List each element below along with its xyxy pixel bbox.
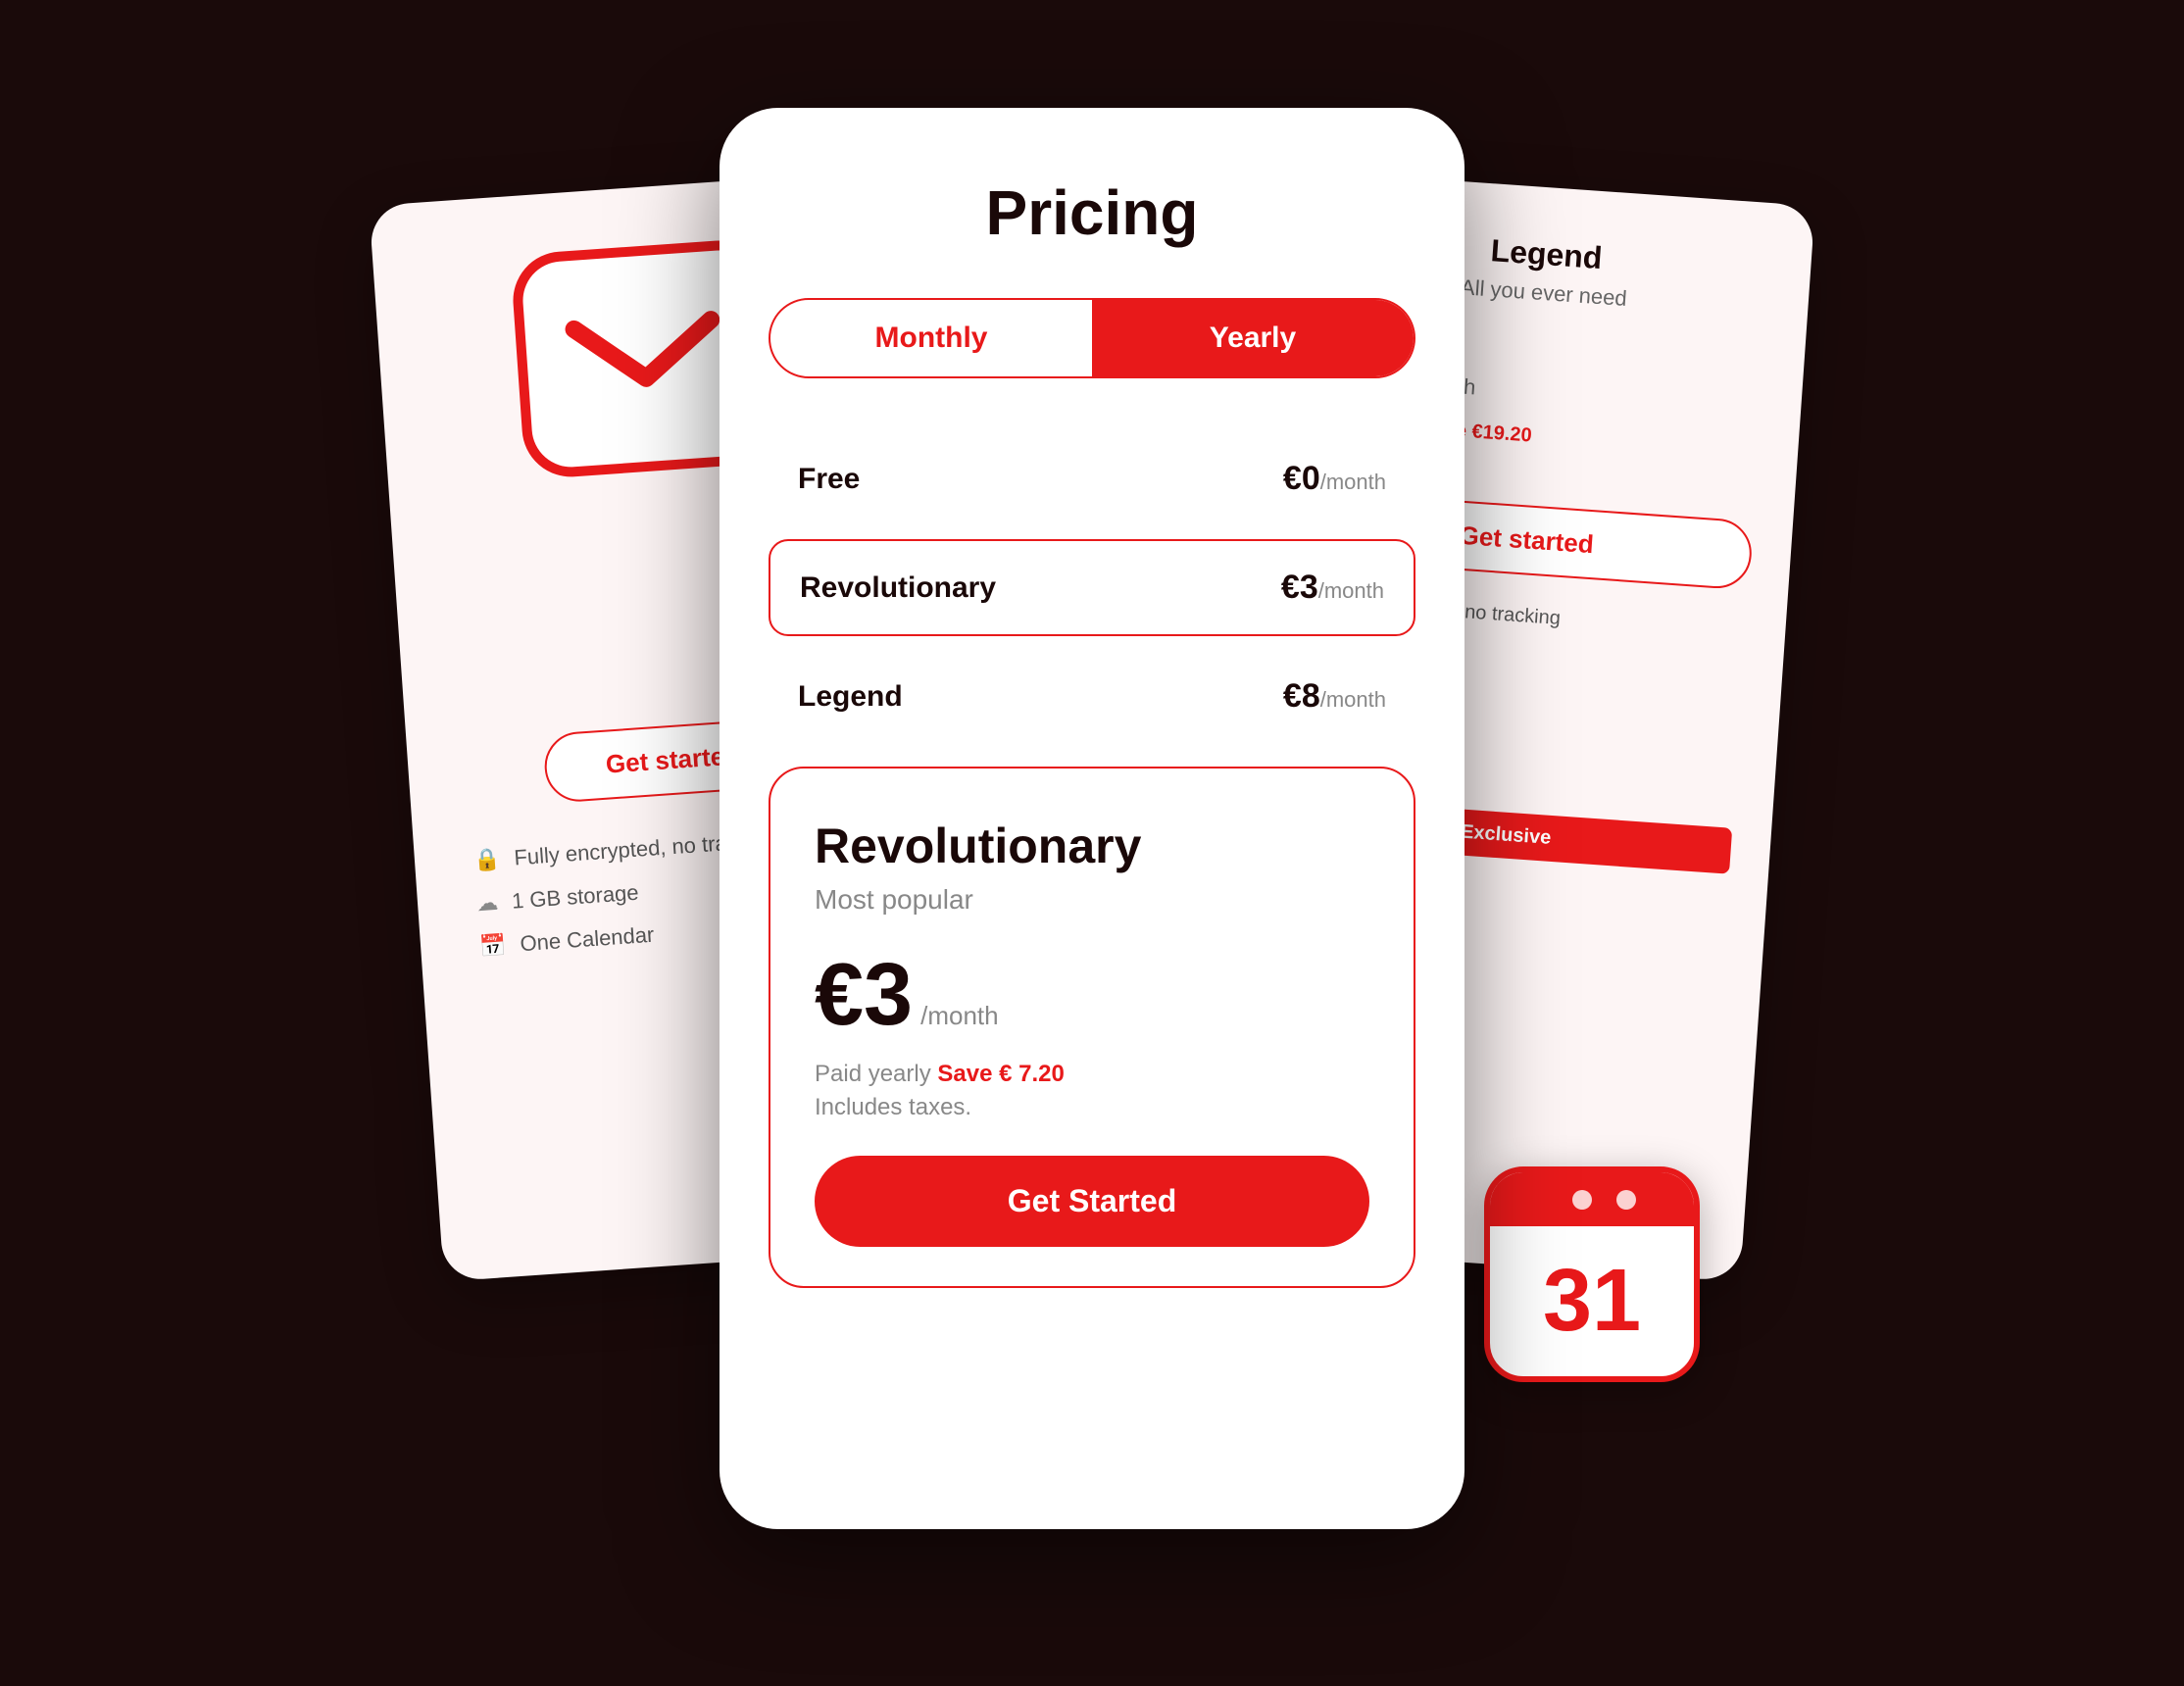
free-plan-name: Free — [798, 463, 860, 496]
detail-save: Save € 7.20 — [937, 1061, 1064, 1087]
detail-taxes: Includes taxes. — [815, 1094, 1369, 1121]
detail-plan-name: Revolutionary — [815, 818, 1369, 874]
legend-plan-price: €8/month — [1283, 677, 1386, 716]
cloud-icon: ☁ — [475, 890, 499, 917]
revolutionary-plan-price: €3/month — [1281, 569, 1384, 607]
center-get-started-button[interactable]: Get Started — [815, 1156, 1369, 1247]
revolutionary-plan-row[interactable]: Revolutionary €3/month — [769, 539, 1415, 636]
email-icon — [563, 299, 726, 418]
detail-price-big: €3 — [815, 945, 913, 1046]
lock-icon: 🔒 — [472, 846, 501, 873]
free-plan-row[interactable]: Free €0/month — [769, 432, 1415, 525]
calendar-header — [1490, 1172, 1694, 1226]
legend-plan-name: Legend — [798, 680, 903, 714]
calendar-icon-small: 📅 — [478, 932, 507, 960]
revolutionary-detail-card: Revolutionary Most popular €3 /month Pai… — [769, 767, 1415, 1288]
free-plan-price: €0/month — [1283, 460, 1386, 498]
pricing-scene: Get started 🔒 Fully encrypted, no tracki… — [406, 108, 1778, 1578]
center-pricing-card: Pricing Monthly Yearly Free €0/month Rev… — [720, 108, 1464, 1529]
revolutionary-plan-name: Revolutionary — [800, 571, 996, 605]
calendar-overlay-icon: 31 — [1484, 1166, 1700, 1382]
detail-price-row: €3 /month — [815, 945, 1369, 1046]
billing-toggle[interactable]: Monthly Yearly — [769, 298, 1415, 378]
calendar-number: 31 — [1490, 1226, 1694, 1376]
detail-billing: Paid yearly Save € 7.20 — [815, 1061, 1369, 1088]
yearly-toggle-button[interactable]: Yearly — [1092, 300, 1414, 376]
pricing-title: Pricing — [769, 176, 1415, 249]
monthly-toggle-button[interactable]: Monthly — [770, 300, 1092, 376]
detail-plan-tagline: Most popular — [815, 884, 1369, 916]
legend-plan-row[interactable]: Legend €8/month — [769, 650, 1415, 743]
detail-price-period: /month — [920, 1001, 999, 1031]
